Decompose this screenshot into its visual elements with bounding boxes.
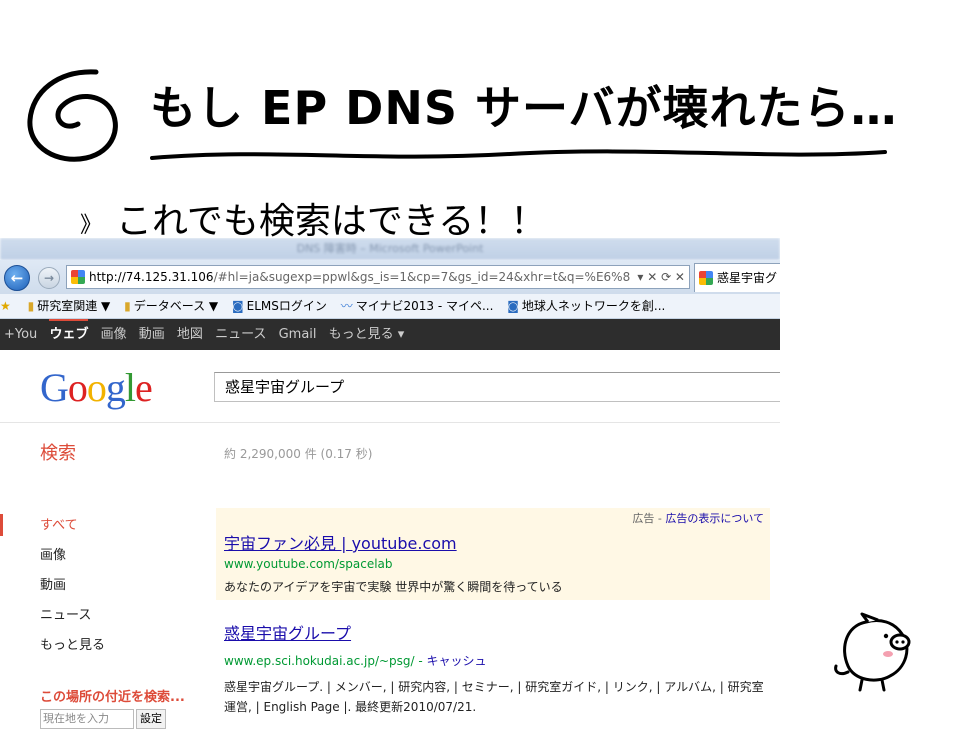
logo-letter: o bbox=[67, 365, 88, 410]
gbar-gmail[interactable]: Gmail bbox=[279, 319, 317, 350]
ad-result: 広告 - 広告の表示について 宇宙ファン必見 | youtube.com www… bbox=[216, 508, 770, 600]
navigation-bar: ← → http://74.125.31.106/#hl=ja&sugexp=p… bbox=[0, 260, 780, 294]
google-logo[interactable]: Google bbox=[40, 364, 153, 411]
title-underline bbox=[150, 149, 887, 160]
logo-letter: e bbox=[135, 365, 153, 410]
bullet-text: これでも検索はできる！！ bbox=[116, 201, 547, 242]
search-label: 検索 bbox=[40, 443, 76, 464]
page-icon: ◙ bbox=[507, 299, 519, 313]
bullet-marker: 》 bbox=[80, 213, 103, 238]
favorite-item-database[interactable]: ▮ データベース ▼ bbox=[124, 294, 218, 318]
logo-letter: G bbox=[40, 365, 69, 410]
cache-link[interactable]: キャッシュ bbox=[427, 654, 487, 668]
nearby-search-title[interactable]: この場所の付近を検索... bbox=[40, 686, 185, 705]
favorite-item-elms[interactable]: ◙ ELMSログイン bbox=[232, 294, 327, 318]
gbar-videos[interactable]: 動画 bbox=[139, 319, 165, 350]
organic-result: 惑星宇宙グループ www.ep.sci.hokudai.ac.jp/~psg/ … bbox=[224, 620, 774, 717]
back-arrow-icon[interactable]: ← bbox=[4, 265, 30, 291]
favorite-item-mynavi[interactable]: 〰マイナビ2013 - マイペ... bbox=[341, 294, 494, 318]
sidebar-item-videos[interactable]: 動画 bbox=[40, 574, 66, 593]
favorites-bar: ★ ▮ 研究室関連 ▼ ▮ データベース ▼ ◙ ELMSログイン 〰マイナビ2013… bbox=[0, 294, 780, 319]
hand-drawn-circle-icon bbox=[27, 69, 118, 162]
sidebar-item-news[interactable]: ニュース bbox=[40, 604, 91, 623]
sidebar-item-images[interactable]: 画像 bbox=[40, 544, 66, 563]
gbar-news[interactable]: ニュース bbox=[215, 319, 266, 350]
results-header: 検索 約 2,290,000 件 (0.17 秒) bbox=[0, 423, 780, 483]
ad-snippet: あなたのアイデアを宇宙で実験 世界中が驚く瞬間を待っている bbox=[224, 580, 563, 594]
gbar-you[interactable]: +You bbox=[4, 319, 37, 350]
bullet-line: 》これでも検索はできる！！ bbox=[80, 192, 546, 244]
result-snippet: 惑星宇宙グループ. | メンバー, | 研究内容, | セミナー, | 研究室ガ… bbox=[224, 680, 764, 714]
favorites-star-icon[interactable]: ★ bbox=[0, 294, 14, 318]
logo-letter: g bbox=[105, 365, 126, 410]
gbar-more[interactable]: もっと見る ▾ bbox=[329, 319, 405, 350]
result-stats: 約 2,290,000 件 (0.17 秒) bbox=[224, 447, 373, 461]
page-icon: ◙ bbox=[231, 299, 244, 313]
favorite-item-lab[interactable]: ▮ 研究室関連 ▼ bbox=[28, 294, 111, 318]
location-input[interactable]: 現在地を入力 bbox=[40, 709, 134, 729]
address-controls[interactable]: ▾ ✕ ⟳ ✕ bbox=[633, 266, 685, 288]
chart-icon: 〰 bbox=[340, 299, 353, 313]
search-header: Google 惑星宇宙グループ bbox=[0, 350, 780, 423]
window-title: DNS 障害時 – Microsoft PowerPoint bbox=[0, 238, 780, 260]
slide-title: もし EP DNS サーバが壊れたら… bbox=[150, 81, 898, 135]
active-marker bbox=[0, 514, 3, 536]
address-bar[interactable]: http://74.125.31.106/#hl=ja&sugexp=ppwl&… bbox=[66, 265, 690, 289]
pig-mascot-icon bbox=[834, 612, 911, 692]
google-favicon-icon bbox=[71, 270, 85, 284]
search-input[interactable]: 惑星宇宙グループ bbox=[214, 372, 780, 402]
gbar-maps[interactable]: 地図 bbox=[177, 319, 203, 350]
ad-url: www.youtube.com/spacelab bbox=[224, 557, 393, 571]
gbar-images[interactable]: 画像 bbox=[101, 319, 127, 350]
folder-icon: ▮ bbox=[27, 299, 35, 313]
folder-icon: ▮ bbox=[124, 299, 131, 313]
gbar-web[interactable]: ウェブ bbox=[49, 319, 89, 348]
logo-letter: o bbox=[86, 365, 107, 410]
sidebar-item-all[interactable]: すべて bbox=[40, 514, 78, 533]
result-title-link[interactable]: 惑星宇宙グループ bbox=[224, 620, 774, 644]
forward-arrow-icon[interactable]: → bbox=[38, 267, 60, 289]
location-set-button[interactable]: 設定 bbox=[136, 709, 166, 729]
browser-tab[interactable]: 惑星宇宙グ bbox=[694, 263, 780, 292]
result-url: www.ep.sci.hokudai.ac.jp/~psg/ - キャッシュ bbox=[224, 654, 487, 668]
favorite-item-earth[interactable]: ◙ 地球人ネットワークを創... bbox=[507, 294, 665, 318]
google-favicon-icon bbox=[699, 271, 713, 285]
logo-letter: l bbox=[124, 365, 136, 410]
sidebar-item-more[interactable]: もっと見る bbox=[40, 634, 105, 653]
ad-label: 広告 - 広告の表示について bbox=[632, 512, 764, 525]
ad-title-link[interactable]: 宇宙ファン必見 | youtube.com bbox=[224, 530, 457, 554]
google-bar: +You ウェブ 画像 動画 地図 ニュース Gmail もっと見る ▾ bbox=[0, 319, 780, 350]
